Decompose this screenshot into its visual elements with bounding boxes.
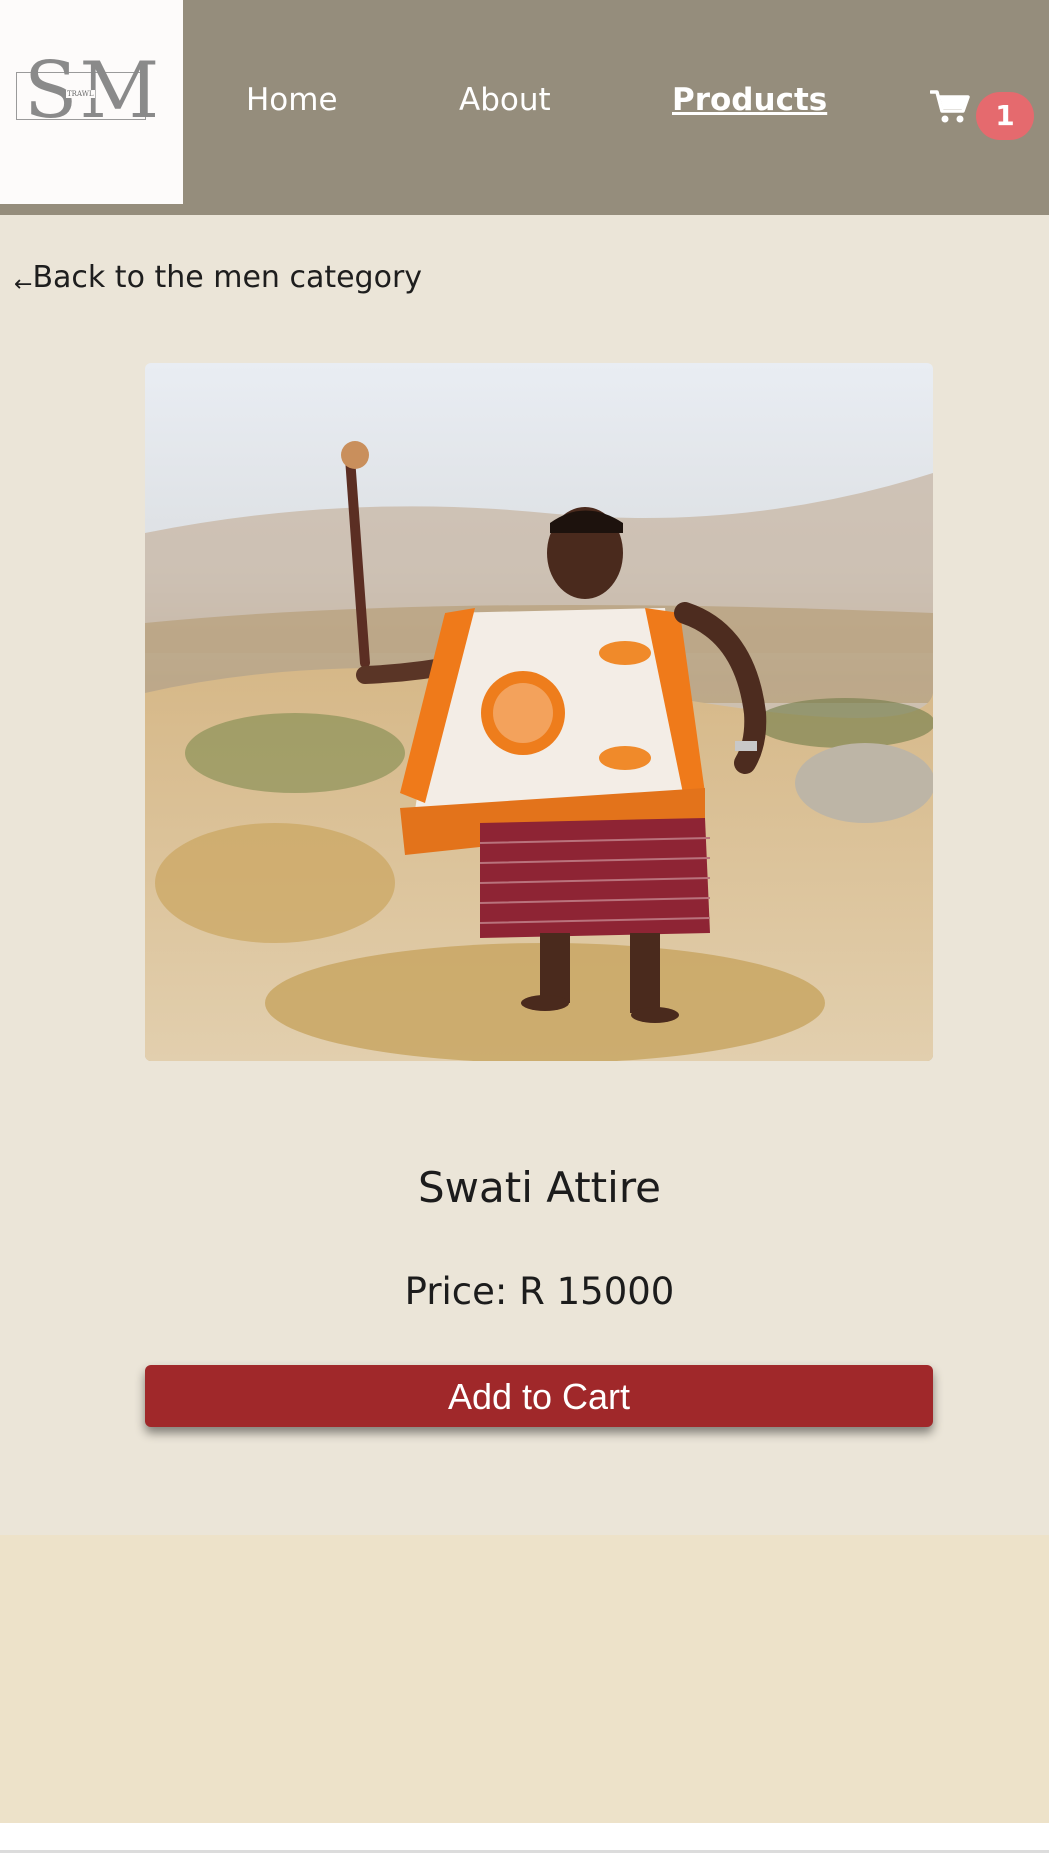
product-title: Swati Attire bbox=[417, 1163, 662, 1212]
back-to-category-link[interactable]: ←Back to the men category bbox=[14, 258, 422, 301]
add-to-cart-button[interactable]: Add to Cart bbox=[145, 1365, 933, 1427]
site-header: SM TRAWL Home About Products 1 bbox=[0, 0, 1049, 215]
footer bbox=[0, 1535, 1049, 1823]
product-photo bbox=[145, 363, 933, 1061]
logo-small-text: TRAWL bbox=[66, 90, 95, 98]
nav-products-link[interactable]: Products bbox=[672, 80, 827, 120]
back-link-label: Back to the men category bbox=[32, 260, 423, 295]
bottom-area bbox=[0, 1823, 1049, 1869]
cart-count-badge[interactable]: 1 bbox=[976, 92, 1034, 140]
shopping-cart-icon[interactable] bbox=[930, 89, 970, 125]
product-price: Price: R 15000 bbox=[404, 1270, 675, 1313]
logo[interactable]: SM TRAWL bbox=[0, 0, 183, 204]
product-image bbox=[145, 363, 933, 1061]
logo-mark: SM TRAWL bbox=[14, 48, 159, 136]
divider bbox=[0, 1850, 1049, 1853]
back-arrow-icon: ← bbox=[14, 272, 33, 297]
nav-home-link[interactable]: Home bbox=[246, 80, 338, 120]
product-page: SM TRAWL Home About Products 1 ←Back to … bbox=[0, 0, 1049, 1869]
nav-about-link[interactable]: About bbox=[459, 80, 551, 120]
